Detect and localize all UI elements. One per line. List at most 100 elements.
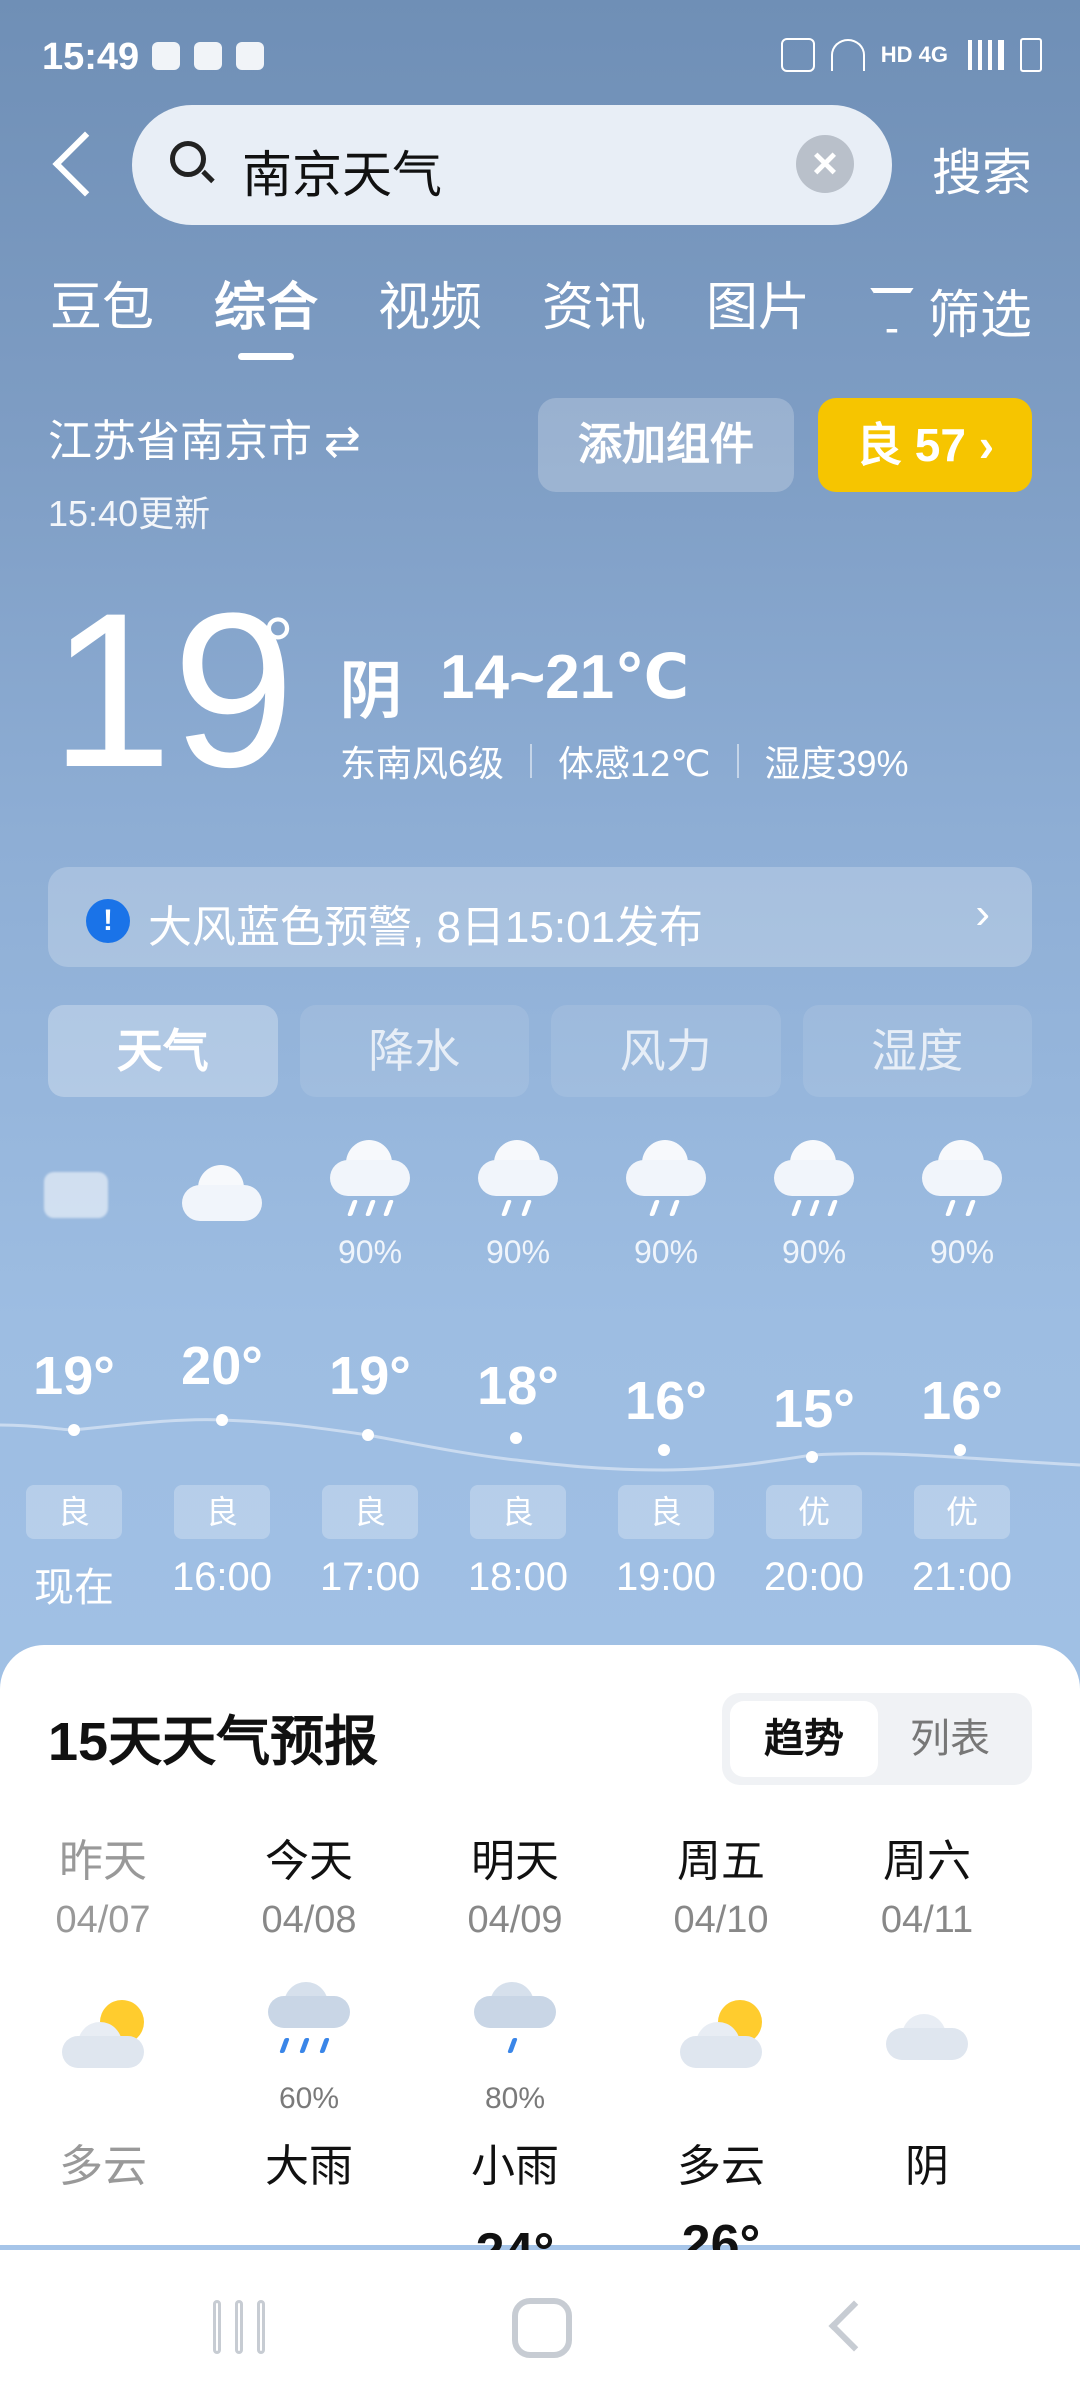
hour-column: 19° 良 现在 bbox=[0, 1120, 148, 1610]
day-column[interactable]: 今天 04/08 60% 大雨 bbox=[206, 1825, 412, 2194]
search-row: 南京天气 × 搜索 bbox=[0, 105, 1080, 225]
feels-like: 体感12℃ bbox=[558, 743, 711, 784]
back-nav-button[interactable] bbox=[820, 2298, 880, 2358]
location-selector[interactable]: 江苏省南京市 ⇄ bbox=[48, 405, 361, 469]
precip-chance: 60% bbox=[278, 2082, 340, 2115]
hour-temperature: 16° bbox=[921, 1371, 1003, 1431]
tab-humidity[interactable]: 湿度 bbox=[802, 1005, 1032, 1097]
tab-wind[interactable]: 风力 bbox=[551, 1005, 781, 1097]
divider bbox=[530, 744, 533, 778]
clear-icon[interactable]: × bbox=[796, 135, 854, 193]
aqi-badge[interactable]: 良 57 › bbox=[818, 398, 1032, 492]
haze-icon bbox=[0, 1120, 148, 1230]
list-view-button[interactable]: 列表 bbox=[876, 1701, 1024, 1777]
rain-icon bbox=[740, 1120, 888, 1230]
weather-alert[interactable]: ! 大风蓝色预警, 8日15:01发布 › bbox=[48, 867, 1032, 967]
system-nav-bar bbox=[0, 2250, 1080, 2400]
partly-cloudy-icon bbox=[618, 1962, 824, 2082]
notification-icons bbox=[152, 42, 264, 70]
precip-chance: 90% bbox=[929, 1234, 995, 1270]
aqi-badge: 良 bbox=[174, 1485, 270, 1539]
day-condition: 多云 bbox=[677, 2142, 765, 2191]
tab-images[interactable]: 图片 bbox=[706, 265, 810, 355]
wifi-icon bbox=[830, 39, 865, 71]
search-button[interactable]: 搜索 bbox=[932, 133, 1032, 205]
aqi-badge: 优 bbox=[914, 1485, 1010, 1539]
hour-column: 90% 18° 良 18:00 bbox=[444, 1120, 592, 1599]
day-column[interactable]: 昨天 04/07 多云 bbox=[0, 1825, 206, 2194]
tab-video[interactable]: 视频 bbox=[378, 265, 482, 355]
search-input[interactable]: 南京天气 × bbox=[132, 105, 892, 225]
day-condition: 多云 bbox=[59, 2142, 147, 2191]
aqi-badge: 良 bbox=[618, 1485, 714, 1539]
hourly-forecast[interactable]: 19° 良 现在 20° 良 16:00 90% 19° 良 17:00 90%… bbox=[0, 1120, 1080, 1620]
day-date: 04/07 bbox=[55, 1899, 151, 1941]
forecast-title: 15天天气预报 bbox=[48, 1712, 379, 1772]
hour-column: 90% 16° 优 21:00 bbox=[888, 1120, 1036, 1599]
day-column[interactable]: 周五 04/10 多云 26° bbox=[618, 1825, 824, 2274]
hour-temperature: 20° bbox=[181, 1336, 263, 1396]
curve-point bbox=[68, 1424, 80, 1436]
current-condition: 阴 bbox=[340, 657, 403, 726]
search-query: 南京天气 bbox=[242, 147, 442, 203]
temperature-range: 14~21℃ bbox=[440, 643, 690, 712]
home-button[interactable] bbox=[512, 2298, 572, 2358]
rain-icon bbox=[444, 1120, 592, 1230]
voicemail-icon bbox=[194, 42, 222, 70]
trend-view-button[interactable]: 趋势 bbox=[730, 1701, 878, 1777]
hour-time: 19:00 bbox=[615, 1555, 717, 1599]
status-bar: 15:49 HD 4G bbox=[0, 0, 1080, 120]
hour-column: 90% 16° 良 19:00 bbox=[592, 1120, 740, 1599]
heavy-rain-icon bbox=[206, 1962, 412, 2082]
filter-button[interactable]: 筛选 bbox=[869, 265, 1032, 355]
precip-chance: 90% bbox=[485, 1234, 551, 1270]
tab-news[interactable]: 资讯 bbox=[542, 265, 646, 355]
divider bbox=[736, 744, 739, 778]
hour-column: 90% 19° 良 17:00 bbox=[296, 1120, 444, 1599]
tab-weather[interactable]: 天气 bbox=[48, 1005, 278, 1097]
filter-label: 筛选 bbox=[927, 286, 1032, 345]
recent-apps-button[interactable] bbox=[213, 2298, 273, 2358]
precip-chance: 90% bbox=[781, 1234, 847, 1270]
day-date: 04/09 bbox=[467, 1899, 563, 1941]
humidity-info: 湿度39% bbox=[764, 743, 909, 784]
app-notification-icon bbox=[236, 42, 264, 70]
hour-temperature: 15° bbox=[773, 1379, 855, 1439]
light-rain-icon bbox=[412, 1962, 618, 2082]
precip-chance bbox=[0, 1234, 148, 1274]
hour-column: 20° 良 16:00 bbox=[148, 1120, 296, 1599]
back-button[interactable] bbox=[50, 133, 90, 193]
day-date: 04/10 bbox=[673, 1899, 769, 1941]
aqi-badge: 良 bbox=[470, 1485, 566, 1539]
day-date: 04/11 bbox=[880, 1899, 974, 1941]
day-column[interactable]: 明天 04/09 80% 小雨 24° bbox=[412, 1825, 618, 2282]
hour-time: 现在 bbox=[34, 1566, 114, 1610]
filter-icon bbox=[869, 287, 914, 333]
search-tabs: 豆包 综合 视频 资讯 图片 筛选 bbox=[50, 265, 1032, 355]
network-type: HD 4G bbox=[880, 42, 948, 67]
hour-temperature: 16° bbox=[625, 1371, 707, 1431]
chevron-right-icon: › bbox=[975, 889, 990, 938]
tab-all[interactable]: 综合 bbox=[214, 265, 318, 355]
aqi-badge: 良 bbox=[26, 1485, 122, 1539]
curve-point bbox=[954, 1444, 966, 1456]
day-name: 周五 bbox=[677, 1837, 765, 1886]
curve-point bbox=[362, 1429, 374, 1441]
tab-precipitation[interactable]: 降水 bbox=[299, 1005, 529, 1097]
day-column[interactable]: 周六 04/11 阴 bbox=[824, 1825, 1030, 2194]
day-condition: 阴 bbox=[905, 2142, 949, 2191]
rain-icon bbox=[296, 1120, 444, 1230]
curve-point bbox=[510, 1432, 522, 1444]
aqi-badge: 良 bbox=[322, 1485, 418, 1539]
location-name: 江苏省南京市 bbox=[48, 417, 312, 466]
daily-forecast[interactable]: 昨天 04/07 多云 今天 04/08 60% 大雨 明天 04/09 80%… bbox=[0, 1825, 1080, 2281]
hour-temperature: 19° bbox=[33, 1346, 115, 1406]
current-details: 东南风6级 体感12℃ 湿度39% bbox=[340, 735, 909, 787]
tab-doubao[interactable]: 豆包 bbox=[50, 265, 154, 355]
hour-column: 90% 15° 优 20:00 bbox=[740, 1120, 888, 1599]
rain-icon bbox=[592, 1120, 740, 1230]
hour-temperature: 18° bbox=[477, 1356, 559, 1416]
add-widget-button[interactable]: 添加组件 bbox=[538, 398, 794, 492]
forecast-panel: 15天天气预报 趋势 列表 昨天 04/07 多云 今天 04/08 60% 大… bbox=[0, 1645, 1080, 2281]
hour-time: 21:00 bbox=[911, 1555, 1013, 1599]
